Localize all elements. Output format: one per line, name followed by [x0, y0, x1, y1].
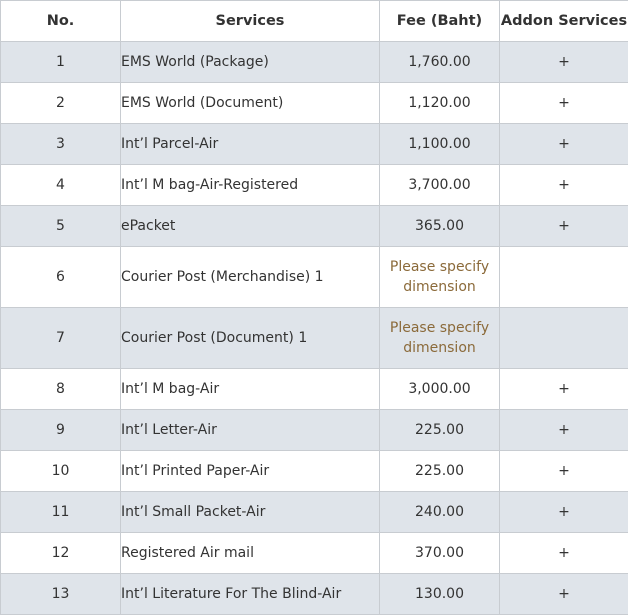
- addon-plus-icon[interactable]: +: [499, 409, 628, 451]
- row-number: 11: [0, 491, 121, 533]
- service-fee: 225.00: [379, 409, 500, 451]
- service-name: Int’l Printed Paper-Air: [120, 450, 380, 492]
- service-fee: 3,000.00: [379, 368, 500, 410]
- service-name: Int’l Small Packet-Air: [120, 491, 380, 533]
- service-fee: 1,760.00: [379, 41, 500, 83]
- row-number: 1: [0, 41, 121, 83]
- fee-note-line: dimension: [403, 340, 476, 356]
- table-row: 4 Int’l M bag-Air-Registered 3,700.00 +: [0, 164, 628, 206]
- fee-note-line: dimension: [403, 279, 476, 295]
- addon-cell: [499, 307, 628, 369]
- service-name: Int’l Literature For The Blind-Air: [120, 573, 380, 615]
- addon-plus-icon[interactable]: +: [499, 573, 628, 615]
- row-number: 3: [0, 123, 121, 165]
- service-fee: 370.00: [379, 532, 500, 574]
- service-fee: 225.00: [379, 450, 500, 492]
- service-name: Int’l M bag-Air: [120, 368, 380, 410]
- addon-plus-icon[interactable]: +: [499, 491, 628, 533]
- header-no: No.: [0, 0, 121, 42]
- addon-cell: [499, 246, 628, 308]
- addon-plus-icon[interactable]: +: [499, 164, 628, 206]
- row-number: 10: [0, 450, 121, 492]
- table-row: 6 Courier Post (Merchandise) 1 Please sp…: [0, 246, 628, 308]
- addon-plus-icon[interactable]: +: [499, 82, 628, 124]
- table-row: 11 Int’l Small Packet-Air 240.00 +: [0, 491, 628, 533]
- addon-plus-icon[interactable]: +: [499, 532, 628, 574]
- service-name: EMS World (Document): [120, 82, 380, 124]
- row-number: 9: [0, 409, 121, 451]
- service-name: Registered Air mail: [120, 532, 380, 574]
- row-number: 4: [0, 164, 121, 206]
- service-name: ePacket: [120, 205, 380, 247]
- service-fee-note: Please specify dimension: [379, 246, 500, 308]
- header-addon-services: Addon Services: [499, 0, 628, 42]
- table-row: 3 Int’l Parcel-Air 1,100.00 +: [0, 123, 628, 165]
- header-fee: Fee (Baht): [379, 0, 500, 42]
- service-name: Int’l M bag-Air-Registered: [120, 164, 380, 206]
- row-number: 5: [0, 205, 121, 247]
- addon-plus-icon[interactable]: +: [499, 205, 628, 247]
- fee-note-line: Please specify: [389, 320, 490, 336]
- table-row: 1 EMS World (Package) 1,760.00 +: [0, 41, 628, 83]
- service-fee: 130.00: [379, 573, 500, 615]
- service-fee: 3,700.00: [379, 164, 500, 206]
- table-row: 12 Registered Air mail 370.00 +: [0, 532, 628, 574]
- service-fee: 365.00: [379, 205, 500, 247]
- table-row: 9 Int’l Letter-Air 225.00 +: [0, 409, 628, 451]
- row-number: 12: [0, 532, 121, 574]
- table-row: 5 ePacket 365.00 +: [0, 205, 628, 247]
- service-name: Courier Post (Document) 1: [120, 307, 380, 369]
- row-number: 6: [0, 246, 121, 308]
- addon-plus-icon[interactable]: +: [499, 123, 628, 165]
- row-number: 13: [0, 573, 121, 615]
- row-number: 7: [0, 307, 121, 369]
- fee-note-line: Please specify: [389, 259, 490, 275]
- header-row: No. Services Fee (Baht) Addon Services: [0, 0, 628, 42]
- service-fee-note: Please specify dimension: [379, 307, 500, 369]
- service-name: Courier Post (Merchandise) 1: [120, 246, 380, 308]
- service-name: Int’l Parcel-Air: [120, 123, 380, 165]
- service-fee: 1,120.00: [379, 82, 500, 124]
- table-row: 2 EMS World (Document) 1,120.00 +: [0, 82, 628, 124]
- table-row: 10 Int’l Printed Paper-Air 225.00 +: [0, 450, 628, 492]
- row-number: 8: [0, 368, 121, 410]
- table-row: 13 Int’l Literature For The Blind-Air 13…: [0, 573, 628, 615]
- service-fee: 1,100.00: [379, 123, 500, 165]
- rates-table: No. Services Fee (Baht) Addon Services 1…: [0, 0, 628, 615]
- table-row: 7 Courier Post (Document) 1 Please speci…: [0, 307, 628, 369]
- row-number: 2: [0, 82, 121, 124]
- addon-plus-icon[interactable]: +: [499, 41, 628, 83]
- service-name: EMS World (Package): [120, 41, 380, 83]
- addon-plus-icon[interactable]: +: [499, 368, 628, 410]
- table-body: 1 EMS World (Package) 1,760.00 + 2 EMS W…: [0, 41, 628, 615]
- service-fee: 240.00: [379, 491, 500, 533]
- service-name: Int’l Letter-Air: [120, 409, 380, 451]
- addon-plus-icon[interactable]: +: [499, 450, 628, 492]
- table-header: No. Services Fee (Baht) Addon Services: [0, 0, 628, 42]
- header-services: Services: [120, 0, 380, 42]
- table-row: 8 Int’l M bag-Air 3,000.00 +: [0, 368, 628, 410]
